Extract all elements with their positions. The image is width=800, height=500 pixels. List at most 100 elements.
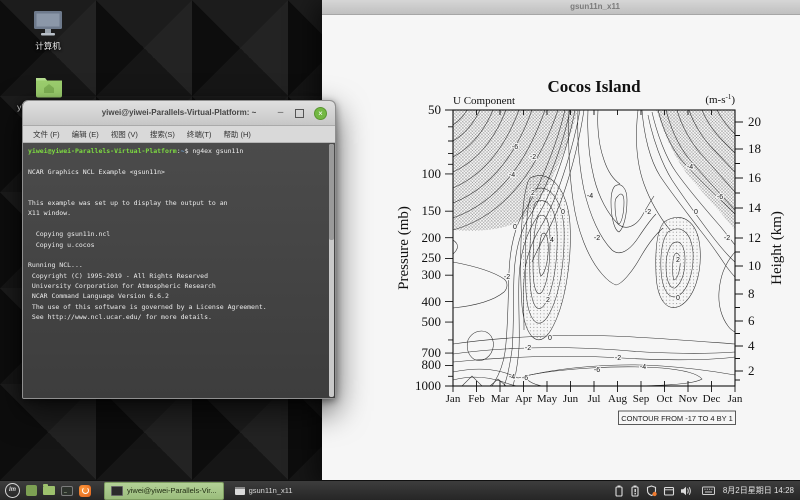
output-line (28, 156, 325, 166)
svg-text:800: 800 (422, 357, 442, 372)
window-mini-icon (235, 487, 245, 495)
taskbar-window-gsun11n[interactable]: gsun11n_x11 (228, 482, 300, 500)
svg-text:May: May (537, 393, 558, 405)
firefox-icon[interactable] (79, 485, 91, 497)
svg-text:250: 250 (422, 250, 442, 265)
svg-text:20: 20 (748, 114, 761, 129)
shield-update-icon[interactable] (646, 485, 658, 497)
svg-text:-2: -2 (724, 235, 730, 242)
svg-text:4: 4 (748, 338, 755, 353)
svg-text:Oct: Oct (657, 393, 673, 405)
terminal-window[interactable]: yiwei@yiwei-Parallels-Virtual-Platform: … (22, 100, 336, 399)
menu-view[interactable]: 视图 (V) (111, 129, 138, 140)
menu-search[interactable]: 搜索(S) (150, 129, 175, 140)
svg-text:-6: -6 (594, 367, 600, 374)
output-line: Copyright (C) 1995-2019 - All Rights Res… (28, 271, 325, 281)
svg-text:Jan: Jan (728, 393, 743, 405)
svg-text:2: 2 (748, 363, 755, 378)
svg-text:1000: 1000 (415, 378, 441, 393)
y-right-axis-title: Height (km) (769, 211, 785, 285)
chart-units: (m-s-1) (705, 93, 735, 106)
battery-icon[interactable] (614, 485, 625, 497)
menu-edit[interactable]: 编辑 (E) (72, 129, 99, 140)
system-tray: 8月2日星期日 14:28 (614, 485, 800, 497)
y-right-tick-labels: 20 18 16 14 12 10 8 6 4 2 (748, 114, 762, 378)
x11-plot-window[interactable]: gsun11n_x11 (322, 0, 800, 481)
output-line: X11 window. (28, 208, 325, 218)
output-line: Copying u.cocos (28, 240, 325, 250)
files-launcher-icon[interactable] (43, 486, 55, 495)
menu-file[interactable]: 文件 (F) (33, 129, 60, 140)
minimize-button[interactable]: – (276, 109, 285, 118)
svg-text:Aug: Aug (608, 393, 627, 405)
keyboard-input-icon[interactable] (702, 485, 715, 496)
svg-text:Jun: Jun (563, 393, 579, 405)
taskbar-window-list: yiwei@yiwei-Parallels-Vir... gsun11n_x11 (104, 482, 300, 500)
terminal-titlebar[interactable]: yiwei@yiwei-Parallels-Virtual-Platform: … (23, 101, 335, 126)
output-line: The use of this software is governed by … (28, 302, 325, 312)
svg-text:-6: -6 (717, 194, 723, 201)
show-desktop-button[interactable] (26, 485, 37, 496)
output-line: NCAR Command Language Version 6.6.2 (28, 291, 325, 301)
removable-media-icon[interactable] (663, 485, 675, 497)
svg-text:400: 400 (422, 294, 442, 309)
svg-text:Mar: Mar (491, 393, 510, 405)
svg-text:0: 0 (548, 335, 552, 342)
output-line (28, 250, 325, 260)
svg-text:2: 2 (531, 190, 535, 197)
svg-text:Sep: Sep (633, 393, 650, 405)
menu-terminal[interactable]: 终端(T) (187, 129, 212, 140)
svg-text:0: 0 (561, 209, 565, 216)
svg-text:-2: -2 (525, 345, 531, 352)
svg-text:0: 0 (513, 224, 517, 231)
taskbar-launchers: lm _ (0, 483, 96, 498)
svg-text:-4: -4 (687, 164, 693, 171)
terminal-launcher-icon[interactable]: _ (61, 486, 73, 496)
prompt-user-host: yiwei@yiwei-Parallels-Virtual-Platform (28, 147, 177, 155)
battery-alert-icon[interactable] (630, 485, 641, 497)
svg-text:12: 12 (748, 230, 761, 245)
contour-note: CONTOUR FROM -17 TO 4 BY 1 (619, 411, 736, 425)
clock[interactable]: 8月2日星期日 14:28 (723, 485, 794, 496)
svg-text:300: 300 (422, 267, 442, 282)
desktop-icon-label: 计算机 (35, 41, 61, 51)
svg-text:Jul: Jul (588, 393, 601, 405)
svg-text:-4: -4 (640, 364, 646, 371)
svg-text:14: 14 (748, 200, 762, 215)
maximize-button[interactable] (295, 109, 304, 118)
speaker-icon[interactable] (680, 485, 693, 497)
output-line: This example was set up to display the o… (28, 198, 325, 208)
x11-titlebar[interactable]: gsun11n_x11 (322, 0, 800, 15)
svg-text:6: 6 (748, 313, 755, 328)
output-line: University Corporation for Atmospheric R… (28, 281, 325, 291)
chart-left-header: U Component (453, 95, 515, 107)
output-line (28, 177, 325, 187)
svg-text:-4: -4 (509, 172, 515, 179)
svg-text:-4: -4 (587, 193, 593, 200)
contour-lines-trough (569, 110, 663, 285)
output-line (28, 188, 325, 198)
svg-text:-6: -6 (512, 144, 518, 151)
mint-menu-button[interactable]: lm (5, 483, 20, 498)
output-line: Copying gsun11n.ncl (28, 229, 325, 239)
svg-text:-4: -4 (509, 374, 515, 381)
svg-text:150: 150 (422, 203, 442, 218)
computer-icon (32, 10, 64, 37)
svg-text:0: 0 (694, 209, 698, 216)
command-text: ng4ex gsun11n (188, 147, 243, 155)
svg-text:200: 200 (422, 230, 442, 245)
svg-text:2: 2 (676, 257, 680, 264)
terminal-output[interactable]: yiwei@yiwei-Parallels-Virtual-Platform:~… (23, 143, 335, 398)
output-line: NCAR Graphics NCL Example <gsun11n> (28, 167, 325, 177)
hatch-surface (525, 367, 702, 386)
x11-window-title: gsun11n_x11 (570, 2, 620, 11)
desktop-icon-computer[interactable]: 计算机 (16, 10, 80, 52)
svg-text:-2: -2 (594, 235, 600, 242)
taskbar-window-terminal[interactable]: yiwei@yiwei-Parallels-Vir... (104, 482, 224, 500)
prompt-line: yiwei@yiwei-Parallels-Virtual-Platform:~… (28, 146, 325, 156)
svg-text:Apr: Apr (515, 393, 532, 405)
terminal-mini-icon (111, 486, 123, 496)
output-line: See http://www.ncl.ucar.edu/ for more de… (28, 312, 325, 322)
chart-title: Cocos Island (547, 77, 641, 96)
menu-help[interactable]: 帮助 (H) (223, 129, 251, 140)
